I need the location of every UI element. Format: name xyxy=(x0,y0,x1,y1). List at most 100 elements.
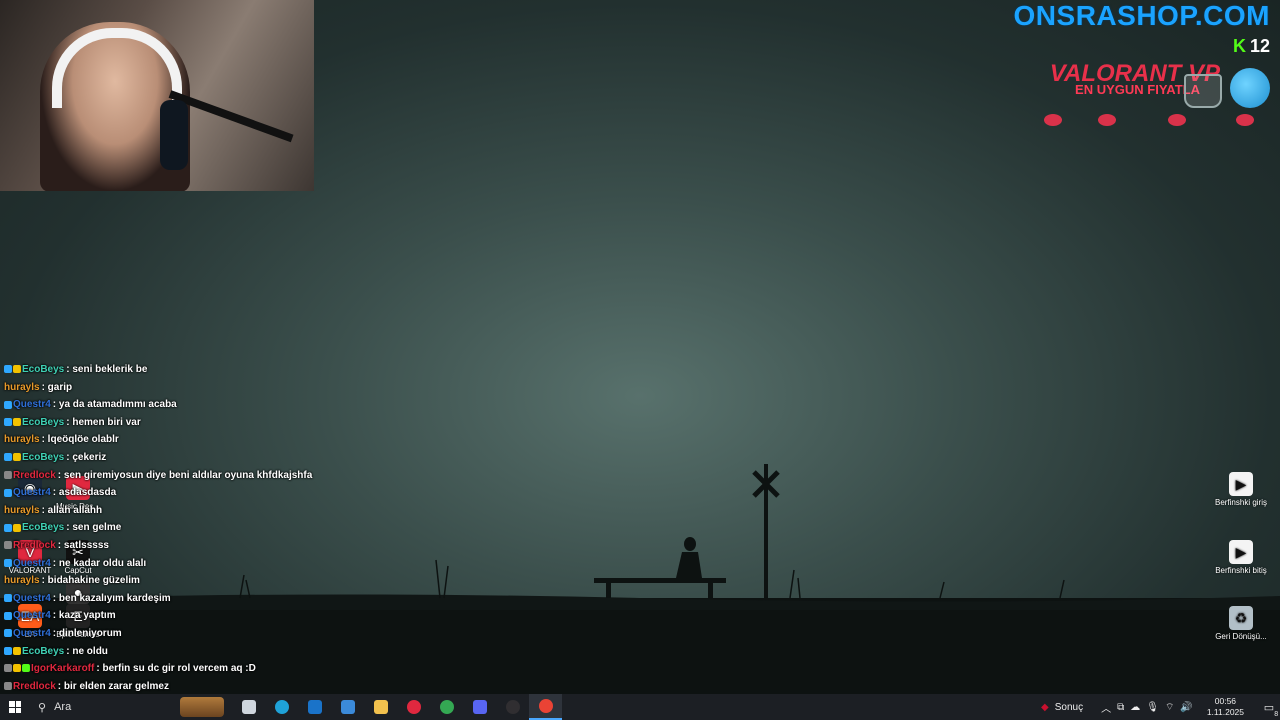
kick-logo: K xyxy=(1232,36,1246,56)
chat-message: Questr4: asdasdasda xyxy=(4,484,324,502)
windows-icon xyxy=(9,701,21,713)
chat-message: Questr4: ya da atamadımmı acaba xyxy=(4,396,324,414)
chat-message: EcoBeys: sen gelme xyxy=(4,519,324,537)
microphone xyxy=(160,100,188,170)
store-button[interactable] xyxy=(331,694,364,720)
date: 1.11.2025 xyxy=(1206,707,1244,717)
taskbar-search[interactable]: ⚲ Ara xyxy=(30,694,178,720)
tray-widget-label: Sonuç xyxy=(1054,701,1084,713)
chat-text: : çekeriz xyxy=(66,451,107,463)
chat-message: hurayls: garip xyxy=(4,379,324,397)
chat-text: : bidahakine güzelim xyxy=(41,575,140,587)
chat-username: Rredlock xyxy=(13,680,56,692)
chat-username: EcoBeys xyxy=(22,522,65,534)
chrome-button[interactable] xyxy=(430,694,463,720)
kick-viewer-count: K 12 xyxy=(1233,36,1270,57)
chat-badge-icon xyxy=(4,365,12,374)
video-file-icon: ▶ xyxy=(1229,540,1253,564)
chat-text: : ya da atamadımmı acaba xyxy=(52,399,177,411)
tray-widget[interactable]: ◆ Sonuç xyxy=(1041,702,1083,713)
chat-badge-icon xyxy=(4,488,12,497)
desktop-icon-label: Berfinshki giriş xyxy=(1214,498,1267,507)
chat-message: Questr4: dinleniyorum xyxy=(4,625,324,643)
file-explorer-icon xyxy=(373,700,388,714)
chat-text: : sen gelme xyxy=(66,522,122,534)
chat-message: Questr4: ben kazalıyım kardeşim xyxy=(4,590,324,608)
file-explorer-button[interactable] xyxy=(364,694,397,720)
chat-text: : ne kadar oldu alalı xyxy=(52,557,147,569)
search-highlight-image[interactable] xyxy=(180,697,224,717)
chat-username: Questr4 xyxy=(13,487,51,499)
discord-icon xyxy=(472,700,487,714)
chat-username: hurayls xyxy=(4,381,40,393)
chat-badge-icon xyxy=(4,664,12,673)
chat-text: : allah allahh xyxy=(41,504,103,516)
chat-message: Rredlock: satlsssss xyxy=(4,537,324,555)
chat-message: EcoBeys: çekeriz xyxy=(4,449,324,467)
wifi-icon[interactable]: ⌔ xyxy=(1165,701,1174,714)
sponsor-overlay: ONSRASHOP.COM K 12 VALORANT VP EN UYGUN F… xyxy=(1010,0,1270,140)
chat-badge-icon xyxy=(4,523,12,532)
chat-username: EcoBeys xyxy=(22,364,65,375)
valorant-subtitle: EN UYGUN FIYATLA xyxy=(1075,82,1200,97)
time: 00:56 xyxy=(1214,696,1237,706)
chat-text: : lqeöqlöe olablr xyxy=(41,434,119,446)
chevron-up-icon[interactable]: ︿ xyxy=(1101,700,1111,715)
chat-badge-icon xyxy=(4,646,12,655)
chat-badge-icon xyxy=(4,541,12,550)
store-icon xyxy=(340,700,355,714)
chat-badge-icon xyxy=(4,470,12,479)
chat-badge-icon xyxy=(4,682,12,691)
chat-username: Questr4 xyxy=(13,592,51,604)
chat-text: : ne oldu xyxy=(66,645,108,657)
recycle-bin-icon[interactable]: ♻ Geri Dönüşü... xyxy=(1211,606,1271,641)
recycle-icon: ♻ xyxy=(1229,606,1253,630)
notification-count: 8 xyxy=(1274,710,1279,718)
chat-text: : satlsssss xyxy=(57,539,109,551)
chat-username: Questr4 xyxy=(13,610,51,622)
chat-badge-icon xyxy=(4,558,12,567)
taskbar-apps xyxy=(232,694,562,720)
edge-icon xyxy=(274,700,289,714)
chat-badge-icon xyxy=(4,611,12,620)
obs-button[interactable] xyxy=(496,694,529,720)
chat-username: Rredlock xyxy=(13,539,56,551)
network-adapter-icon[interactable]: ⧉ xyxy=(1117,702,1124,713)
chat-text: : seni beklerik be xyxy=(66,364,148,375)
clock[interactable]: 00:56 1.11.2025 xyxy=(1207,696,1244,718)
chrome-active-button[interactable] xyxy=(529,694,562,720)
chat-message: Rredlock: bir elden zarar gelmez xyxy=(4,678,324,696)
chat-message: EcoBeys: ne oldu xyxy=(4,643,324,661)
chat-username: hurayls xyxy=(4,504,40,516)
taskbar: ⚲ Ara ◆ Sonuç ︿ ⧉ ☁ 🎙 ⌔ 🔊 00:56 1.11.202… xyxy=(0,694,1280,720)
chrome-active-icon xyxy=(538,699,553,713)
chat-username: hurayls xyxy=(4,575,40,587)
chat-text: : kaza yaptım xyxy=(52,610,116,622)
outlook-button[interactable] xyxy=(298,694,331,720)
speaker-icon[interactable]: 🔊 xyxy=(1180,702,1192,713)
media-player-button[interactable] xyxy=(397,694,430,720)
berfin-giris-icon[interactable]: ▶ Berfinshki giriş xyxy=(1211,472,1271,507)
task-view-button[interactable] xyxy=(232,694,265,720)
chat-badge-icon xyxy=(13,646,21,655)
chat-badge-icon xyxy=(13,523,21,532)
edge-button[interactable] xyxy=(265,694,298,720)
microphone-icon[interactable]: 🎙 xyxy=(1146,702,1159,713)
cloud-icon[interactable]: ☁ xyxy=(1130,702,1140,713)
chat-overlay: EcoBeys: seni beklerik be hurayls: garip Q… xyxy=(4,361,324,695)
search-icon: ⚲ xyxy=(38,701,47,714)
chat-username: EcoBeys xyxy=(22,451,65,463)
chat-text: : sen giremiyosun diye beni aldılar oyun… xyxy=(57,469,313,481)
discord-button[interactable] xyxy=(463,694,496,720)
chat-username: Rredlock xyxy=(13,469,56,481)
chat-username: hurayls xyxy=(4,434,40,446)
chat-badge-icon xyxy=(4,629,12,638)
chat-badge-icon xyxy=(13,664,21,673)
berfin-bitis-icon[interactable]: ▶ Berfinshki bitiş xyxy=(1211,540,1271,575)
lips-icon xyxy=(1168,114,1186,126)
start-button[interactable] xyxy=(0,694,30,720)
chat-badge-icon xyxy=(13,453,21,462)
outlook-icon xyxy=(307,700,322,714)
chat-text: : dinleniyorum xyxy=(52,627,122,639)
notification-icon[interactable]: ▭ 8 xyxy=(1258,694,1280,720)
